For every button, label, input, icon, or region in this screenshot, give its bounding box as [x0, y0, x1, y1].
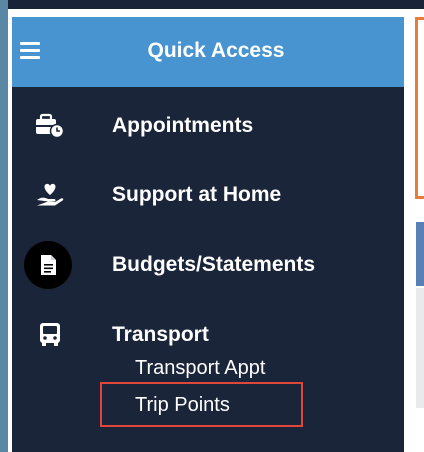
bus-icon [34, 322, 66, 348]
hand-heart-icon [34, 182, 66, 208]
sidebar-item-label: Support at Home [112, 183, 282, 206]
content-banner [416, 222, 424, 286]
sidebar-item-label: Budgets/Statements [112, 253, 316, 276]
briefcase-clock-icon [34, 113, 66, 139]
sidebar-item-transport[interactable]: Transport [12, 314, 404, 354]
document-icon [24, 241, 72, 289]
sidebar-item-support-at-home[interactable]: Support at Home [12, 174, 404, 214]
content-card [415, 17, 424, 199]
sidebar-title: Quick Access [147, 39, 285, 62]
sidebar-header: Quick Access [12, 17, 404, 87]
sidebar-item-label: Appointments [112, 114, 254, 137]
trip-points-highlight [100, 382, 303, 427]
content-panel [416, 288, 424, 408]
top-bar [8, 0, 424, 9]
sidebar-item-label: Transport [112, 323, 209, 346]
sidebar-subitem-transport-appt[interactable]: Transport Appt [135, 357, 265, 380]
sidebar-item-budgets-statements[interactable]: Budgets/Statements [12, 241, 404, 289]
sidebar-item-appointments[interactable]: Appointments [12, 105, 404, 145]
window-left-edge [0, 0, 8, 452]
